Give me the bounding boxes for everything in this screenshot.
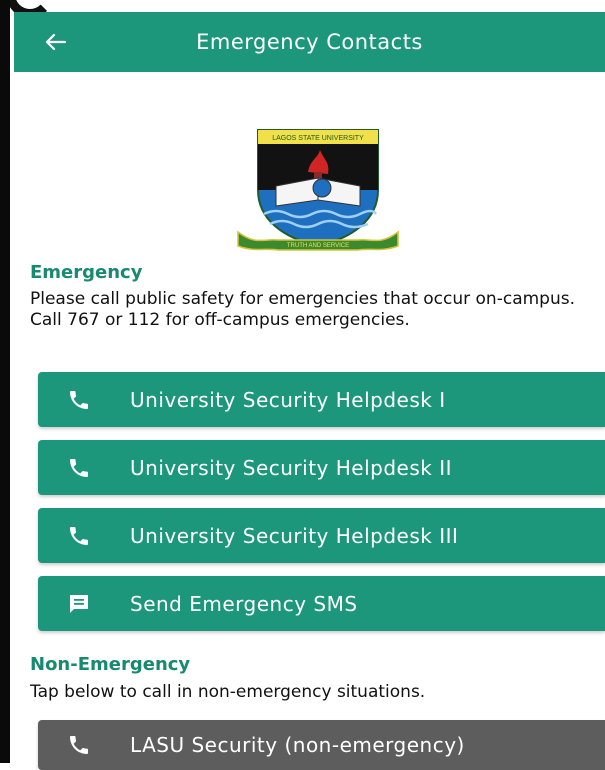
non-emergency-section-title: Non-Emergency bbox=[30, 654, 191, 675]
send-sms-button[interactable]: Send Emergency SMS bbox=[38, 576, 605, 631]
message-icon bbox=[66, 591, 92, 617]
phone-icon bbox=[66, 523, 92, 549]
phone-icon bbox=[66, 455, 92, 481]
logo-top-text: LAGOS STATE UNIVERSITY bbox=[272, 135, 364, 142]
page-title: Emergency Contacts bbox=[196, 30, 423, 54]
helpdesk-2-button[interactable]: University Security Helpdesk II bbox=[38, 440, 605, 495]
app-bar: Emergency Contacts bbox=[14, 12, 605, 72]
status-strip bbox=[0, 0, 605, 18]
phone-icon bbox=[66, 387, 92, 413]
helpdesk-2-label: University Security Helpdesk II bbox=[130, 455, 452, 480]
helpdesk-3-label: University Security Helpdesk III bbox=[130, 523, 459, 548]
left-frame-edge bbox=[0, 0, 10, 763]
non-emergency-description: Tap below to call in non-emergency situa… bbox=[30, 682, 426, 702]
helpdesk-1-label: University Security Helpdesk I bbox=[130, 387, 446, 412]
lasu-security-label: LASU Security (non-emergency) bbox=[130, 733, 465, 757]
logo-motto: TRUTH AND SERVICE bbox=[287, 243, 349, 249]
phone-icon bbox=[66, 732, 92, 758]
university-logo: LAGOS STATE UNIVERSITY TRUTH AND SERVICE bbox=[237, 129, 399, 251]
send-sms-label: Send Emergency SMS bbox=[130, 591, 358, 616]
helpdesk-3-button[interactable]: University Security Helpdesk III bbox=[38, 508, 605, 563]
emergency-section-title: Emergency bbox=[30, 262, 143, 283]
helpdesk-1-button[interactable]: University Security Helpdesk I bbox=[38, 372, 605, 427]
emergency-description: Please call public safety for emergencie… bbox=[30, 289, 575, 330]
